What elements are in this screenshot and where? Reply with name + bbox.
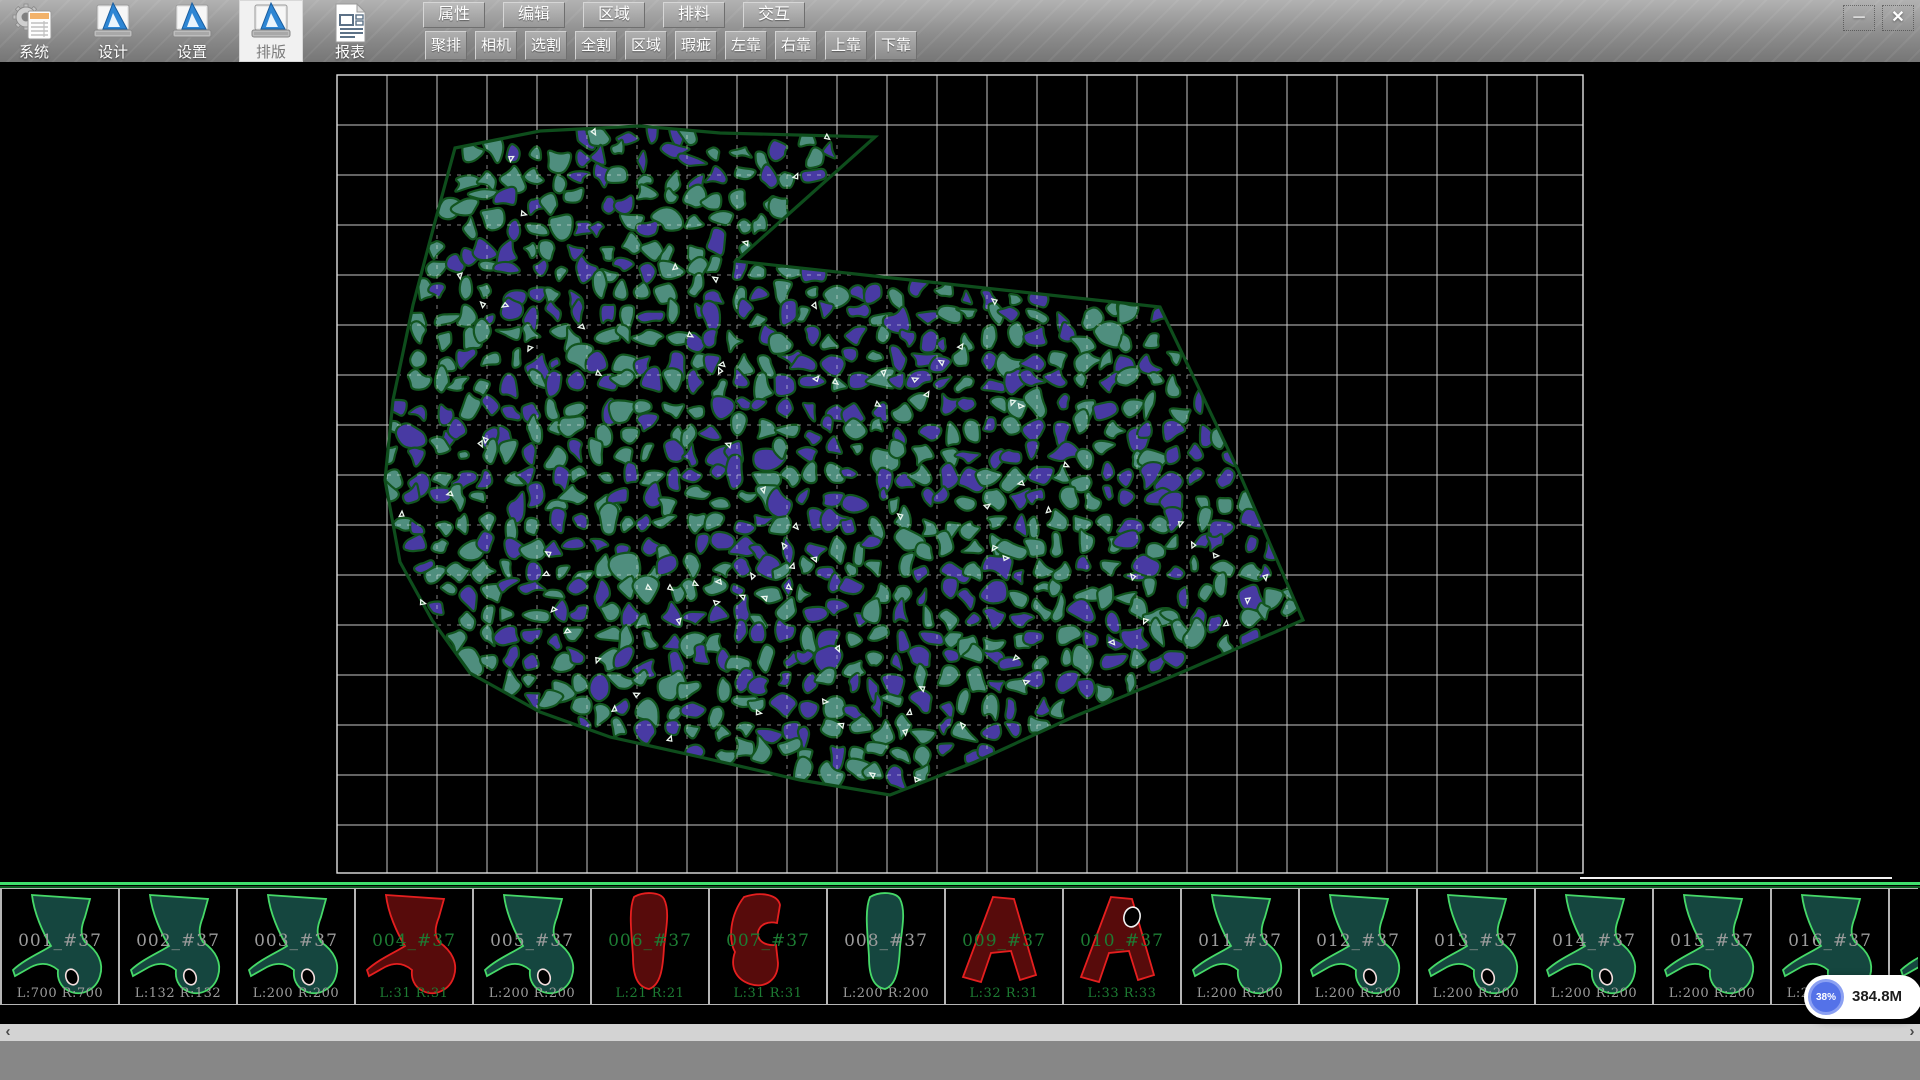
tool-button-5[interactable]: 区域 (625, 31, 667, 60)
part-counts-label: L:200 R:200 (1300, 986, 1416, 1001)
part-counts-label: L:700 R:700 (2, 986, 118, 1001)
memory-indicator: 38% 384.8M (1804, 975, 1920, 1019)
part-counts-label: L:200 R:200 (238, 986, 354, 1001)
part-thumbnail-007_#37[interactable]: 007_#37 L:31 R:31 (708, 889, 826, 1004)
part-id-label: 013_#37 (1418, 931, 1534, 951)
part-thumbnail-004_#37[interactable]: 004_#37 L:31 R:31 (354, 889, 472, 1004)
main-button-label: 设置 (177, 44, 207, 61)
part-thumbnail-010_#37[interactable]: 010_#37 L:33 R:33 (1062, 889, 1180, 1004)
nesting-ruler-icon (248, 2, 294, 44)
main-button-3[interactable]: 设置 (160, 0, 224, 62)
minimize-button[interactable]: ─ (1843, 5, 1875, 31)
part-id-label: 001_#37 (2, 931, 118, 951)
main-button-4[interactable]: 排版 (239, 0, 303, 62)
part-thumbnail-009_#37[interactable]: 009_#37 L:32 R:31 (944, 889, 1062, 1004)
tool-button-6[interactable]: 瑕疵 (675, 31, 717, 60)
tool-button-1[interactable]: 聚排 (425, 31, 467, 60)
progress-circle: 38% (1808, 979, 1844, 1015)
part-counts-label: L:200 R:200 (1654, 986, 1770, 1001)
part-counts-label: L:32 R:31 (946, 986, 1062, 1001)
parts-list: 001_#37 L:700 R:700 002_#37 L:132 R:132 … (0, 888, 1918, 1005)
main-button-1[interactable]: 系统 (2, 0, 66, 62)
main-button-label: 设计 (98, 44, 128, 61)
part-counts-label: L:200 R:200 (828, 986, 944, 1001)
part-id-label: 011_#37 (1182, 931, 1298, 951)
part-id-label: 016_#37 (1772, 931, 1888, 951)
part-thumbnail-013_#37[interactable]: 013_#37 L:200 R:200 (1416, 889, 1534, 1004)
toolbar: 系统 设计 设置 排版 报表 属性编辑区域排料交互 聚排相机选割全割区域 (0, 0, 1920, 62)
strip-accent-line (0, 882, 1920, 885)
part-thumbnail-003_#37[interactable]: 003_#37 L:200 R:200 (236, 889, 354, 1004)
app-window: 系统 设计 设置 排版 报表 属性编辑区域排料交互 聚排相机选割全割区域 (0, 0, 1920, 1080)
main-button-label: 系统 (19, 44, 49, 61)
part-counts-label: L:33 R:33 (1064, 986, 1180, 1001)
part-counts-label: L:21 R:21 (592, 986, 708, 1001)
part-thumbnail-006_#37[interactable]: 006_#37 L:21 R:21 (590, 889, 708, 1004)
part-thumbnail-002_#37[interactable]: 002_#37 L:132 R:132 (118, 889, 236, 1004)
report-document-icon (327, 2, 373, 44)
part-thumbnail-008_#37[interactable]: 008_#37 L:200 R:200 (826, 889, 944, 1004)
menu-tab-5[interactable]: 交互 (743, 2, 805, 28)
part-id-label: 015_#37 (1654, 931, 1770, 951)
tool-button-8[interactable]: 右靠 (775, 31, 817, 60)
system-gear-icon (11, 2, 57, 44)
part-counts-label: L:132 R:132 (120, 986, 236, 1001)
window-controls: ─ ✕ (1843, 5, 1914, 31)
tool-button-3[interactable]: 选割 (525, 31, 567, 60)
part-id-label: 010_#37 (1064, 931, 1180, 951)
tool-button-9[interactable]: 上靠 (825, 31, 867, 60)
part-thumbnail-014_#37[interactable]: 014_#37 L:200 R:200 (1534, 889, 1652, 1004)
nesting-canvas[interactable] (0, 62, 1920, 882)
main-button-5[interactable]: 报表 (318, 0, 382, 62)
tool-button-bar: 聚排相机选割全割区域瑕疵左靠右靠上靠下靠 (425, 31, 917, 60)
part-id-label: 005_#37 (474, 931, 590, 951)
scroll-left-arrow[interactable]: ‹ (0, 1024, 16, 1041)
settings-ruler-icon (169, 2, 215, 44)
part-counts-label: L:31 R:31 (356, 986, 472, 1001)
tool-button-4[interactable]: 全割 (575, 31, 617, 60)
main-button-label: 报表 (335, 44, 365, 61)
part-counts-label: L:200 R:200 (1182, 986, 1298, 1001)
menu-tab-bar: 属性编辑区域排料交互 (423, 2, 805, 28)
menu-tab-2[interactable]: 编辑 (503, 2, 565, 28)
part-thumbnail-005_#37[interactable]: 005_#37 L:200 R:200 (472, 889, 590, 1004)
part-id-label: 007_#37 (710, 931, 826, 951)
part-counts-label: L:31 R:31 (710, 986, 826, 1001)
main-button-label: 排版 (256, 44, 286, 61)
tool-button-7[interactable]: 左靠 (725, 31, 767, 60)
memory-value: 384.8M (1852, 988, 1902, 1005)
menu-tab-4[interactable]: 排料 (663, 2, 725, 28)
progress-percent: 38% (1816, 992, 1836, 1003)
parts-strip: 001_#37 L:700 R:700 002_#37 L:132 R:132 … (0, 882, 1920, 1024)
main-toolbar: 系统 设计 设置 排版 报表 (2, 0, 382, 62)
horizontal-scrollbar[interactable]: ‹ › (0, 1024, 1920, 1041)
close-button[interactable]: ✕ (1882, 5, 1914, 31)
main-button-2[interactable]: 设计 (81, 0, 145, 62)
part-id-label: 009_#37 (946, 931, 1062, 951)
menu-tab-3[interactable]: 区域 (583, 2, 645, 28)
part-id-label: 012_#37 (1300, 931, 1416, 951)
part-counts-label: L:200 R:200 (474, 986, 590, 1001)
parts-scroll-indicator (1580, 877, 1892, 879)
menu-tab-1[interactable]: 属性 (423, 2, 485, 28)
tool-button-10[interactable]: 下靠 (875, 31, 917, 60)
part-id-label: 014_#37 (1536, 931, 1652, 951)
part-id-label: 006_#37 (592, 931, 708, 951)
part-id-label: 008_#37 (828, 931, 944, 951)
part-thumbnail-012_#37[interactable]: 012_#37 L:200 R:200 (1298, 889, 1416, 1004)
part-id-label: 003_#37 (238, 931, 354, 951)
part-thumbnail-001_#37[interactable]: 001_#37 L:700 R:700 (0, 889, 118, 1004)
part-counts-label: L:200 R:200 (1536, 986, 1652, 1001)
part-thumbnail-015_#37[interactable]: 015_#37 L:200 R:200 (1652, 889, 1770, 1004)
part-id-label: 004_#37 (356, 931, 472, 951)
part-counts-label: L:200 R:200 (1418, 986, 1534, 1001)
status-bar (0, 1041, 1920, 1080)
design-ruler-icon (90, 2, 136, 44)
part-thumbnail-011_#37[interactable]: 011_#37 L:200 R:200 (1180, 889, 1298, 1004)
part-id-label: 002_#37 (120, 931, 236, 951)
tool-button-2[interactable]: 相机 (475, 31, 517, 60)
scroll-right-arrow[interactable]: › (1904, 1024, 1920, 1041)
